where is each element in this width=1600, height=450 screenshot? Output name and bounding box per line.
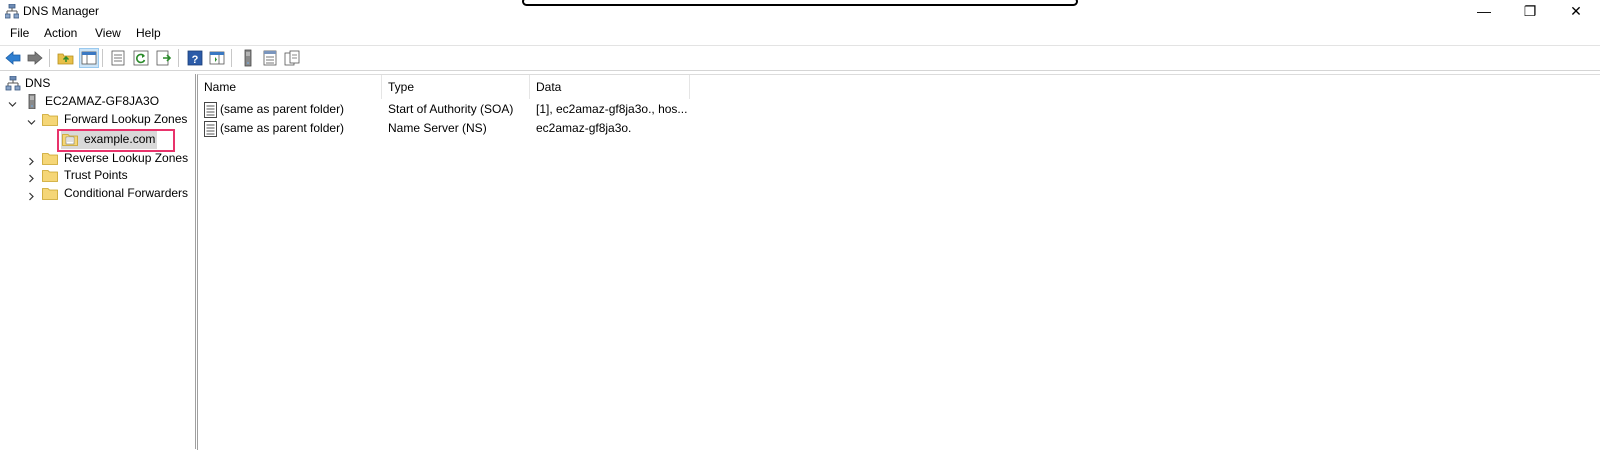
column-header-type[interactable]: Type (382, 75, 530, 99)
help-icon[interactable]: ? (186, 49, 204, 67)
chevron-right-icon[interactable] (27, 189, 36, 201)
tree-label-server: EC2AMAZ-GF8JA3O (45, 94, 160, 108)
dns-record-icon (204, 102, 217, 118)
refresh-icon[interactable] (132, 49, 150, 67)
folder-icon (42, 112, 58, 127)
chevron-right-icon[interactable] (27, 171, 36, 183)
column-header-data[interactable]: Data (530, 75, 690, 99)
cell-name: (same as parent folder) (220, 121, 345, 135)
tree-item-forward-lookup-zones[interactable]: Forward Lookup Zones (0, 111, 190, 128)
window-title: DNS Manager (23, 4, 100, 18)
selection-outline (57, 129, 175, 152)
list-view-icon[interactable] (261, 49, 279, 67)
svg-text:?: ? (192, 54, 199, 66)
toolbar-separator (49, 49, 50, 67)
show-hide-action-pane-icon[interactable] (208, 49, 226, 67)
tree-item-dns[interactable]: DNS (0, 75, 190, 92)
tree-item-trust-points[interactable]: Trust Points (0, 167, 190, 184)
toolbar: ? (0, 45, 1600, 71)
tree-item-conditional-forwarders[interactable]: Conditional Forwarders (0, 185, 190, 202)
title-overlay-bar (522, 0, 1078, 6)
cell-type: Start of Authority (SOA) (388, 102, 514, 116)
tree-label-conditional-forwarders: Conditional Forwarders (64, 186, 189, 200)
folder-icon (42, 168, 58, 183)
toolbar-separator (231, 49, 232, 67)
chevron-down-icon[interactable] (8, 97, 17, 107)
menu-bar: File Action View Help (0, 23, 1600, 44)
folder-icon (42, 186, 58, 201)
tree-label-reverse-lookup-zones: Reverse Lookup Zones (64, 151, 189, 165)
menu-file[interactable]: File (10, 26, 29, 40)
server-icon[interactable] (239, 49, 257, 67)
chevron-down-icon[interactable] (27, 115, 36, 125)
results-list[interactable]: Name Type Data (same as parent folder) S… (197, 74, 1600, 450)
dns-root-icon (5, 75, 21, 91)
cell-data: ec2amaz-gf8ja3o. (536, 121, 632, 135)
cell-name: (same as parent folder) (220, 102, 345, 116)
dns-manager-icon (4, 3, 20, 19)
properties-icon[interactable] (109, 49, 127, 67)
tree-item-server[interactable]: EC2AMAZ-GF8JA3O (0, 93, 190, 110)
title-bar: DNS Manager — ❐ ✕ (0, 0, 1600, 23)
chevron-right-icon[interactable] (27, 154, 36, 166)
toolbar-separator (178, 49, 179, 67)
back-icon[interactable] (4, 49, 22, 67)
up-folder-icon[interactable] (57, 49, 75, 67)
column-header-name[interactable]: Name (198, 75, 382, 99)
server-icon (24, 93, 40, 110)
menu-action[interactable]: Action (44, 26, 77, 40)
cell-data: [1], ec2amaz-gf8ja3o., hos... (536, 102, 688, 116)
toolbar-separator (102, 49, 103, 67)
export-list-icon[interactable] (155, 49, 173, 67)
tree-item-reverse-lookup-zones[interactable]: Reverse Lookup Zones (0, 150, 190, 167)
tree-label-trust-points: Trust Points (64, 168, 128, 182)
tree-label-dns: DNS (25, 76, 51, 90)
dns-record-icon (204, 121, 217, 137)
maximize-button[interactable]: ❐ (1507, 0, 1553, 23)
cell-type: Name Server (NS) (388, 121, 487, 135)
close-button[interactable]: ✕ (1553, 0, 1599, 23)
folder-icon (42, 151, 58, 166)
table-row[interactable]: (same as parent folder) Start of Authori… (198, 100, 898, 119)
show-hide-tree-icon[interactable] (79, 48, 99, 68)
menu-view[interactable]: View (95, 26, 121, 40)
tree-label-forward-lookup-zones: Forward Lookup Zones (64, 112, 188, 126)
copy-icon[interactable] (283, 49, 301, 67)
table-row[interactable]: (same as parent folder) Name Server (NS)… (198, 119, 898, 138)
minimize-button[interactable]: — (1461, 0, 1507, 23)
menu-help[interactable]: Help (136, 26, 161, 40)
forward-icon[interactable] (26, 49, 44, 67)
